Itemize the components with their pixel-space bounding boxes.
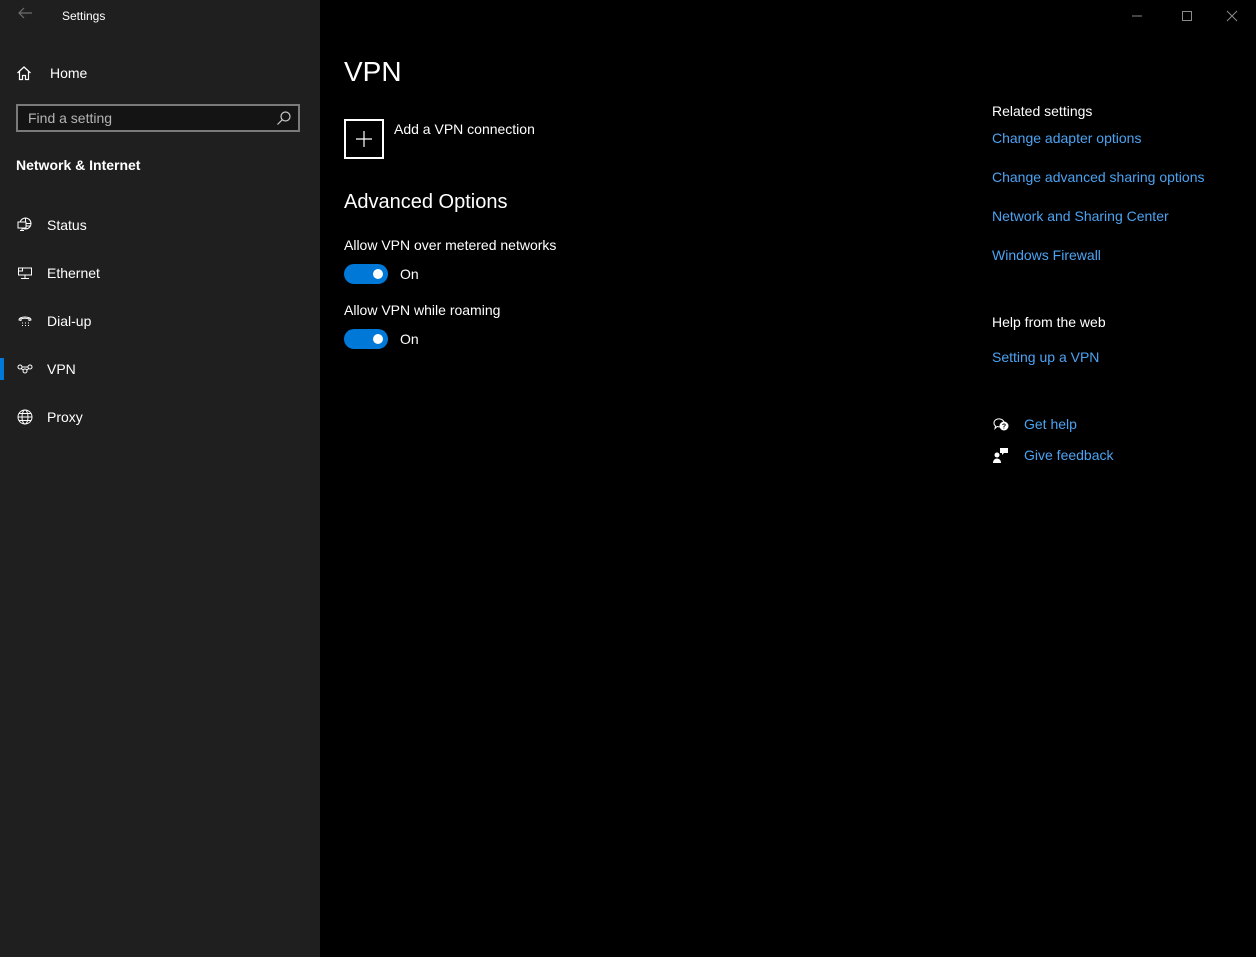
help-from-web-heading: Help from the web xyxy=(992,314,1106,330)
link-change-advanced-sharing[interactable]: Change advanced sharing options xyxy=(992,169,1205,185)
give-feedback-label: Give feedback xyxy=(1024,447,1114,463)
main-content: VPN Add a VPN connection Advanced Option… xyxy=(320,0,1256,957)
add-vpn-label: Add a VPN connection xyxy=(394,121,535,137)
home-label: Home xyxy=(50,65,88,81)
sidebar-home[interactable]: Home xyxy=(16,62,87,84)
option-label-roaming: Allow VPN while roaming xyxy=(344,302,501,318)
advanced-options-heading: Advanced Options xyxy=(344,191,508,213)
get-help-link[interactable]: ? Get help xyxy=(992,415,1077,433)
toggle-metered[interactable]: On xyxy=(344,264,419,284)
give-feedback-icon xyxy=(993,448,1008,463)
app-title: Settings xyxy=(62,9,106,23)
close-icon xyxy=(1226,10,1238,22)
back-arrow-icon xyxy=(18,7,32,19)
sidebar-item-dial-up[interactable]: Dial-up xyxy=(0,301,320,341)
toggle-state-label: On xyxy=(400,266,419,282)
sidebar-item-label: VPN xyxy=(47,361,76,377)
toggle-knob xyxy=(373,334,383,344)
get-help-icon: ? xyxy=(993,418,1009,431)
toggle-state-label: On xyxy=(400,331,419,347)
minimize-button[interactable] xyxy=(1114,0,1160,32)
sidebar-item-status[interactable]: Status xyxy=(0,205,320,245)
get-help-label: Get help xyxy=(1024,416,1077,432)
search-box[interactable] xyxy=(16,104,300,132)
sidebar-item-label: Ethernet xyxy=(47,265,100,281)
svg-text:?: ? xyxy=(1002,424,1006,431)
link-setting-up-vpn[interactable]: Setting up a VPN xyxy=(992,349,1099,365)
add-vpn-connection-button[interactable]: Add a VPN connection xyxy=(344,119,535,159)
link-network-sharing-center[interactable]: Network and Sharing Center xyxy=(992,208,1169,224)
toggle-roaming[interactable]: On xyxy=(344,329,419,349)
link-windows-firewall[interactable]: Windows Firewall xyxy=(992,247,1101,263)
sidebar-item-label: Dial-up xyxy=(47,313,92,329)
globe-icon xyxy=(16,408,34,426)
sidebar-item-ethernet[interactable]: Ethernet xyxy=(0,253,320,293)
maximize-button[interactable] xyxy=(1164,0,1210,32)
related-settings-heading: Related settings xyxy=(992,103,1093,119)
section-title: Network & Internet xyxy=(16,157,141,173)
sidebar-item-label: Status xyxy=(47,217,87,233)
search-icon[interactable] xyxy=(276,110,292,126)
maximize-icon xyxy=(1182,11,1192,21)
close-button[interactable] xyxy=(1209,0,1255,32)
option-label-metered: Allow VPN over metered networks xyxy=(344,237,557,253)
dialup-phone-icon xyxy=(16,312,34,330)
back-button[interactable] xyxy=(14,6,36,26)
home-icon xyxy=(17,66,31,81)
plus-icon xyxy=(356,131,372,147)
vpn-icon xyxy=(16,360,34,378)
sidebar-item-proxy[interactable]: Proxy xyxy=(0,397,320,437)
ethernet-icon xyxy=(16,264,34,282)
page-title: VPN xyxy=(344,56,402,87)
minimize-icon xyxy=(1132,15,1142,17)
globe-monitor-icon xyxy=(16,216,34,234)
toggle-knob xyxy=(373,269,383,279)
add-box xyxy=(344,119,384,159)
toggle-switch[interactable] xyxy=(344,329,388,349)
toggle-switch[interactable] xyxy=(344,264,388,284)
sidebar-item-label: Proxy xyxy=(47,409,83,425)
sidebar: Settings Home Network & Internet Status … xyxy=(0,0,320,957)
link-change-adapter-options[interactable]: Change adapter options xyxy=(992,130,1141,146)
search-input[interactable] xyxy=(18,106,278,130)
give-feedback-link[interactable]: Give feedback xyxy=(992,446,1114,464)
sidebar-item-vpn[interactable]: VPN xyxy=(0,349,320,389)
